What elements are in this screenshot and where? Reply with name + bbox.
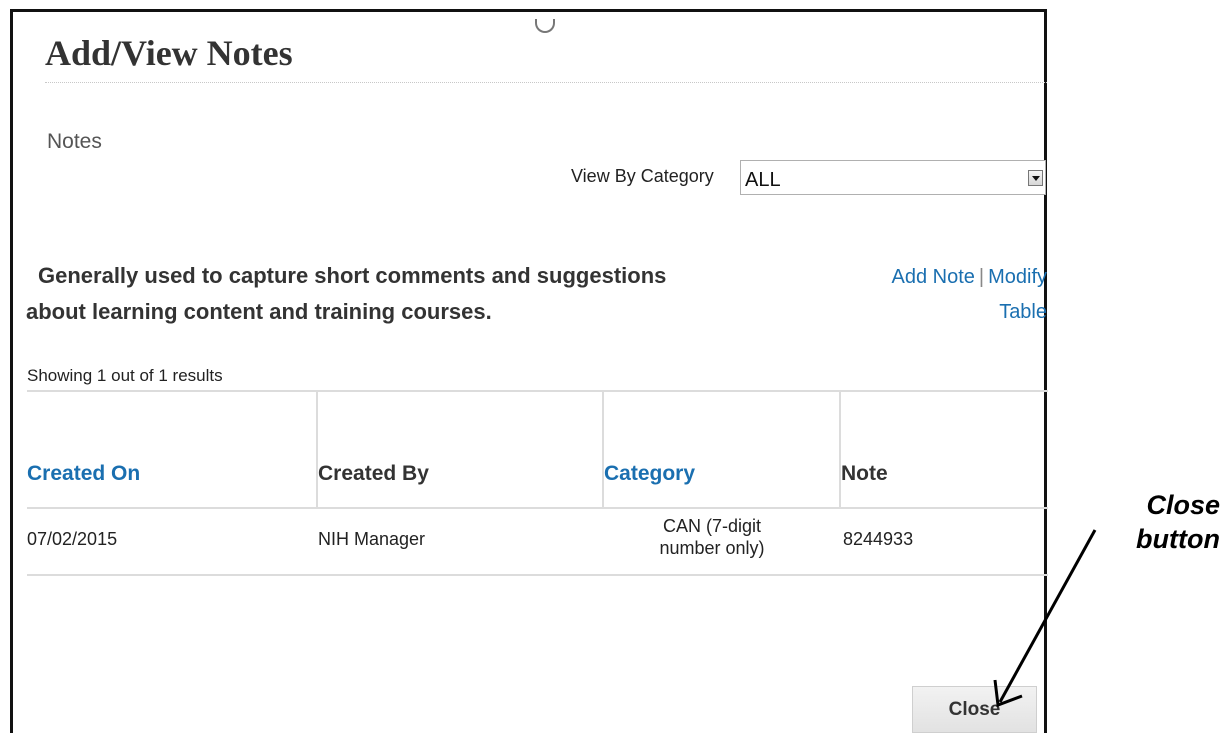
annotation-arrow-icon [993,529,1097,708]
page: Add/View Notes Notes View By Category AL… [0,0,1227,733]
